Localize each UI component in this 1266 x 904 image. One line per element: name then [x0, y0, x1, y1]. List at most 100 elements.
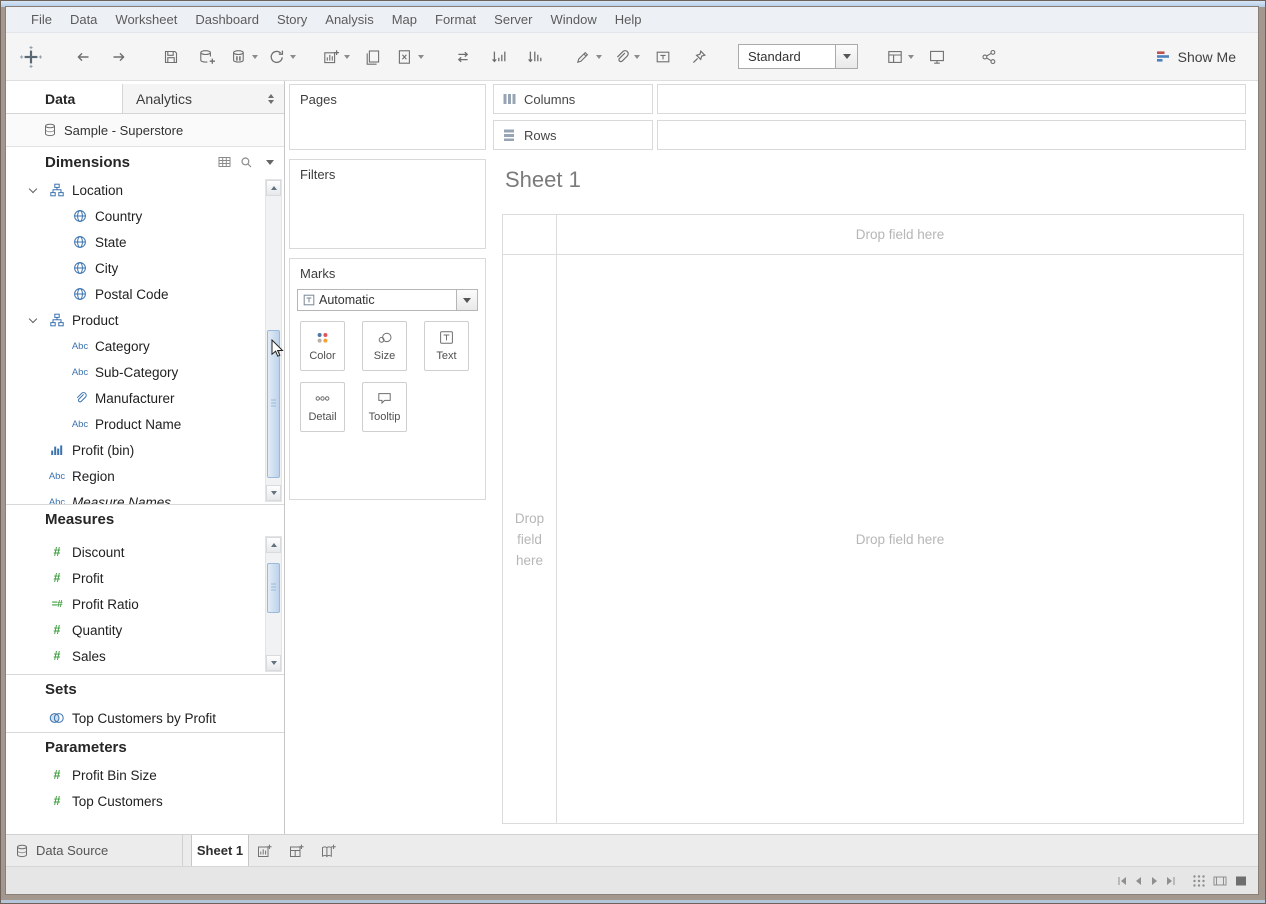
mark-type-dropdown-button[interactable] — [456, 290, 477, 310]
new-dashboard-tab-button[interactable] — [281, 835, 313, 866]
tableau-logo-button[interactable] — [18, 42, 44, 72]
field-state[interactable]: State — [6, 229, 264, 255]
field-sales[interactable]: #Sales — [6, 643, 264, 669]
sheet-tab-sheet-1[interactable]: Sheet 1 — [191, 835, 249, 866]
scroll-up-button[interactable] — [266, 180, 281, 196]
sheet-sorter-button[interactable] — [1192, 874, 1206, 888]
dimensions-scrollbar[interactable] — [265, 179, 282, 502]
dropdown-caret-icon[interactable] — [252, 55, 258, 59]
undo-button[interactable] — [70, 42, 96, 72]
canvas-drop-zone[interactable]: Drop field here — [557, 255, 1243, 823]
menu-item-analysis[interactable]: Analysis — [316, 12, 382, 27]
tab-data[interactable]: Data — [6, 84, 122, 113]
last-sheet-button[interactable] — [1165, 875, 1176, 887]
menu-item-server[interactable]: Server — [485, 12, 541, 27]
scrollbar-thumb[interactable] — [267, 563, 280, 613]
pause-auto-updates-button[interactable] — [230, 42, 258, 72]
filmstrip-button[interactable] — [1213, 874, 1227, 888]
field-country[interactable]: Country — [6, 203, 264, 229]
mark-button-size[interactable]: Size — [362, 321, 407, 371]
mark-button-tooltip[interactable]: Tooltip — [362, 382, 407, 432]
mark-button-text[interactable]: Text — [424, 321, 469, 371]
field-profit-ratio[interactable]: =#Profit Ratio — [6, 591, 264, 617]
field-profit-bin-size[interactable]: #Profit Bin Size — [6, 762, 284, 788]
new-story-tab-button[interactable] — [313, 835, 345, 866]
show-hide-cards-button[interactable] — [886, 42, 914, 72]
menu-item-help[interactable]: Help — [606, 12, 651, 27]
clear-sheet-button[interactable] — [396, 42, 424, 72]
new-worksheet-tab-button[interactable] — [249, 835, 281, 866]
menu-item-file[interactable]: File — [22, 12, 61, 27]
dropdown-caret-icon[interactable] — [596, 55, 602, 59]
highlight-button[interactable] — [574, 42, 602, 72]
mark-button-color[interactable]: Color — [300, 321, 345, 371]
new-data-source-button[interactable] — [194, 42, 220, 72]
pages-shelf[interactable]: Pages — [289, 84, 486, 150]
mark-type-select[interactable]: Automatic — [297, 289, 478, 311]
field-city[interactable]: City — [6, 255, 264, 281]
rows-drop-zone[interactable]: Drop field here — [503, 255, 557, 823]
fit-mode-dropdown-button[interactable] — [835, 45, 857, 68]
measures-scrollbar[interactable] — [265, 536, 282, 672]
menu-item-map[interactable]: Map — [383, 12, 426, 27]
field-manufacturer[interactable]: Manufacturer — [6, 385, 264, 411]
field-category[interactable]: AbcCategory — [6, 333, 264, 359]
field-profit-bin[interactable]: Profit (bin) — [6, 437, 264, 463]
new-worksheet-button[interactable] — [322, 42, 350, 72]
scroll-down-button[interactable] — [266, 655, 281, 671]
field-top-customers[interactable]: #Top Customers — [6, 788, 284, 814]
field-discount[interactable]: #Discount — [6, 539, 264, 565]
swap-rows-columns-button[interactable] — [450, 42, 476, 72]
dropdown-caret-icon[interactable] — [908, 55, 914, 59]
share-button[interactable] — [976, 42, 1002, 72]
fit-mode-select[interactable]: Standard — [738, 44, 858, 69]
filters-shelf[interactable]: Filters — [289, 159, 486, 249]
search-icon[interactable] — [240, 156, 253, 168]
tab-analytics[interactable]: Analytics — [122, 84, 284, 113]
redo-button[interactable] — [106, 42, 132, 72]
sort-descending-button[interactable] — [522, 42, 548, 72]
scroll-up-button[interactable] — [266, 537, 281, 553]
field-region[interactable]: AbcRegion — [6, 463, 264, 489]
dropdown-caret-icon[interactable] — [634, 55, 640, 59]
field-measure-names[interactable]: AbcMeasure Names — [6, 489, 264, 504]
save-button[interactable] — [158, 42, 184, 72]
data-source-tab[interactable]: Data Source — [6, 835, 183, 866]
menu-item-data[interactable]: Data — [61, 12, 106, 27]
sort-ascending-button[interactable] — [486, 42, 512, 72]
drop-corner[interactable] — [503, 215, 557, 255]
previous-sheet-button[interactable] — [1133, 875, 1144, 887]
expand-caret-icon[interactable] — [30, 189, 47, 192]
rows-shelf[interactable] — [657, 120, 1246, 150]
next-sheet-button[interactable] — [1149, 875, 1160, 887]
field-quantity[interactable]: #Quantity — [6, 617, 264, 643]
columns-shelf[interactable] — [657, 84, 1246, 114]
field-postal-code[interactable]: Postal Code — [6, 281, 264, 307]
mark-button-detail[interactable]: Detail — [300, 382, 345, 432]
scrollbar-thumb[interactable] — [267, 330, 280, 478]
fix-axes-button[interactable] — [686, 42, 712, 72]
first-sheet-button[interactable] — [1117, 875, 1128, 887]
menu-item-worksheet[interactable]: Worksheet — [106, 12, 186, 27]
menu-item-format[interactable]: Format — [426, 12, 485, 27]
expand-caret-icon[interactable] — [30, 319, 47, 322]
pane-menu-caret-icon[interactable] — [266, 160, 274, 165]
duplicate-sheet-button[interactable] — [360, 42, 386, 72]
columns-drop-zone[interactable]: Drop field here — [557, 215, 1243, 255]
dropdown-caret-icon[interactable] — [418, 55, 424, 59]
dropdown-caret-icon[interactable] — [344, 55, 350, 59]
field-profit[interactable]: #Profit — [6, 565, 264, 591]
menu-item-story[interactable]: Story — [268, 12, 316, 27]
dropdown-caret-icon[interactable] — [290, 55, 296, 59]
field-top-customers-by-profit[interactable]: Top Customers by Profit — [6, 704, 284, 732]
show-mark-labels-button[interactable] — [650, 42, 676, 72]
pane-expander-icon[interactable] — [268, 94, 274, 104]
field-sub-category[interactable]: AbcSub-Category — [6, 359, 264, 385]
field-location[interactable]: Location — [6, 177, 264, 203]
show-me-button[interactable]: Show Me — [1155, 48, 1246, 65]
run-update-button[interactable] — [268, 42, 296, 72]
view-data-grid-icon[interactable] — [218, 156, 231, 168]
field-product[interactable]: Product — [6, 307, 264, 333]
scroll-down-button[interactable] — [266, 485, 281, 501]
datasource-item[interactable]: Sample - Superstore — [6, 114, 284, 147]
